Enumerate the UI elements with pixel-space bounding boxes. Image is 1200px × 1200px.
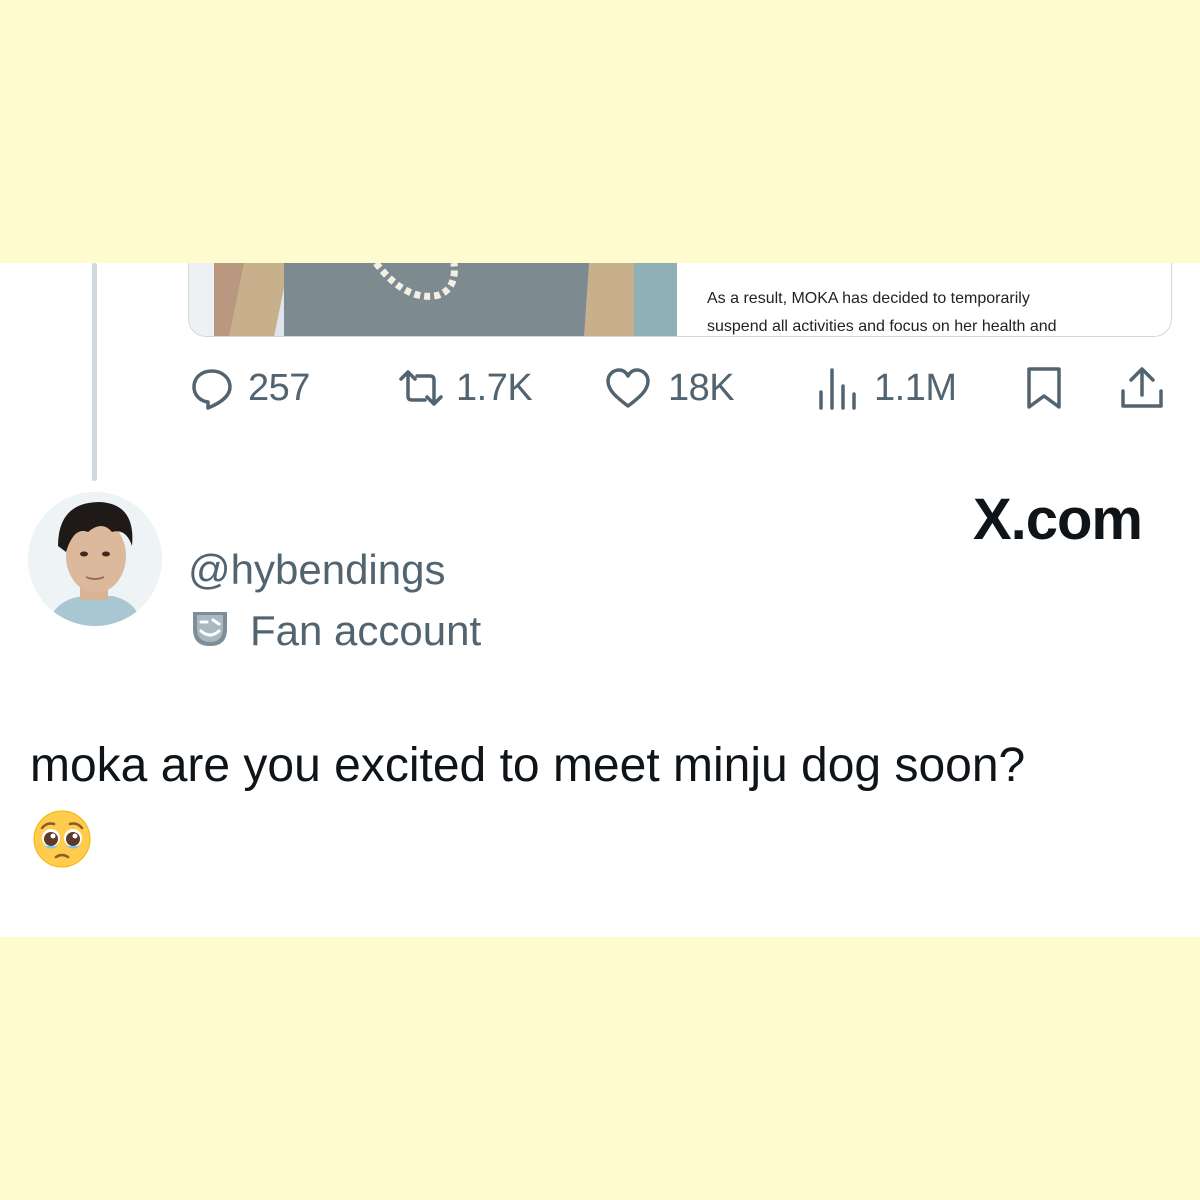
brand-watermark: X.com [972, 487, 1143, 552]
tweet-card: As a result, MOKA has decided to tempora… [0, 263, 1200, 937]
views-button[interactable]: 1.1M [814, 363, 957, 413]
media-photo[interactable] [189, 263, 677, 336]
author-handle[interactable]: @hybendings [188, 546, 445, 594]
share-button[interactable] [1118, 363, 1166, 413]
bookmark-icon [1024, 365, 1064, 411]
document-line: suspend all activities and focus on her … [707, 318, 1057, 335]
tweet-actions-bar: 257 1.7K 18K 1.1M [0, 363, 1200, 413]
like-button[interactable]: 18K [604, 363, 735, 413]
avatar[interactable] [28, 492, 162, 626]
document-line: As a result, MOKA has decided to tempora… [707, 290, 1030, 307]
document-excerpt: As a result, MOKA has decided to tempora… [707, 285, 1057, 336]
quoted-media-card[interactable]: As a result, MOKA has decided to tempora… [188, 263, 1172, 337]
reply-count: 257 [248, 366, 310, 409]
pleading-face-emoji [32, 809, 92, 869]
theater-masks-icon [190, 609, 230, 654]
share-icon [1118, 365, 1166, 411]
avatar-image [28, 492, 162, 626]
views-icon [814, 366, 860, 410]
account-label-text: Fan account [250, 607, 482, 654]
like-count: 18K [668, 366, 735, 409]
reply-icon [190, 366, 234, 410]
photo-image [189, 263, 677, 336]
bookmark-button[interactable] [1024, 363, 1064, 413]
like-icon [604, 366, 652, 410]
repost-icon [396, 366, 446, 410]
views-count: 1.1M [874, 366, 957, 409]
repost-count: 1.7K [456, 366, 533, 409]
reply-button[interactable]: 257 [190, 363, 310, 413]
tweet-text: moka are you excited to meet minju dog s… [30, 739, 1026, 792]
repost-button[interactable]: 1.7K [396, 363, 533, 413]
account-label: Fan account [190, 607, 481, 655]
